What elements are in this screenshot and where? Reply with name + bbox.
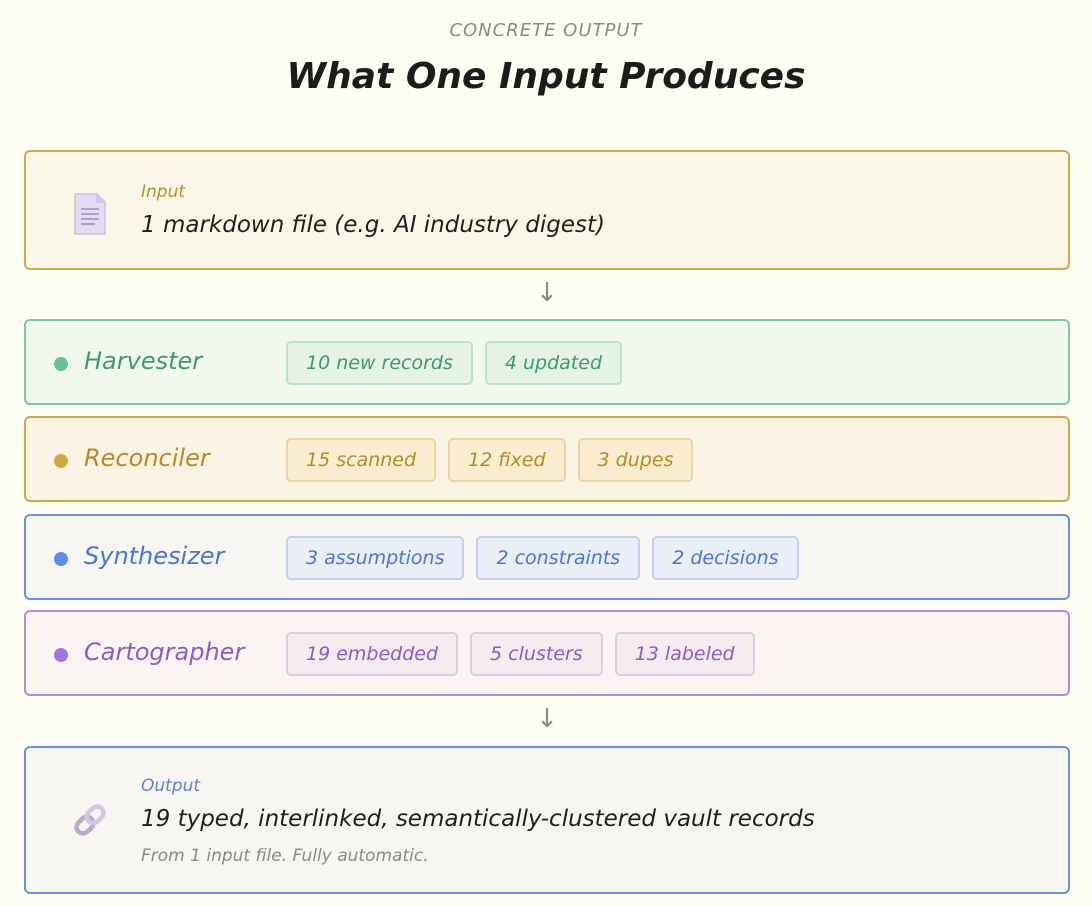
stat-chip: 5 clusters — [470, 632, 603, 676]
stat-chip: 10 new records — [286, 341, 473, 385]
stage-name: Synthesizer — [84, 542, 225, 570]
stage-synthesizer: Synthesizer 3 assumptions 2 constraints … — [24, 514, 1070, 600]
stage-chips: 10 new records 4 updated — [286, 341, 623, 385]
status-dot — [54, 648, 68, 662]
stat-chip: 3 dupes — [577, 438, 694, 482]
status-dot — [54, 357, 68, 371]
stage-chips: 3 assumptions 2 constraints 2 decisions — [286, 536, 799, 580]
document-icon — [70, 190, 110, 238]
output-card: Output 19 typed, interlinked, semantical… — [24, 746, 1070, 894]
stat-chip: 2 decisions — [652, 536, 799, 580]
output-text: 19 typed, interlinked, semantically-clus… — [141, 806, 815, 832]
stage-cartographer: Cartographer 19 embedded 5 clusters 13 l… — [24, 610, 1070, 696]
stage-name: Reconciler — [84, 444, 210, 472]
stat-chip: 2 constraints — [476, 536, 641, 580]
stage-chips: 19 embedded 5 clusters 13 labeled — [286, 632, 755, 676]
stat-chip: 13 labeled — [614, 632, 755, 676]
link-icon — [70, 796, 110, 844]
down-arrow-icon: ↓ — [536, 704, 558, 734]
down-arrow-icon: ↓ — [536, 278, 558, 308]
input-card: Input 1 markdown file (e.g. AI industry … — [24, 150, 1070, 270]
stat-chip: 3 assumptions — [286, 536, 465, 580]
output-label: Output — [141, 776, 201, 796]
status-dot — [54, 454, 68, 468]
stat-chip: 19 embedded — [286, 632, 459, 676]
stat-chip: 15 scanned — [286, 438, 437, 482]
stat-chip: 4 updated — [484, 341, 623, 385]
input-label: Input — [141, 182, 186, 202]
page-title: What One Input Produces — [286, 56, 806, 97]
stage-reconciler: Reconciler 15 scanned 12 fixed 3 dupes — [24, 416, 1070, 502]
stage-name: Cartographer — [84, 638, 245, 666]
stat-chip: 12 fixed — [448, 438, 566, 482]
stage-chips: 15 scanned 12 fixed 3 dupes — [286, 438, 694, 482]
status-dot — [54, 552, 68, 566]
eyebrow-label: CONCRETE OUTPUT — [449, 20, 643, 41]
stage-name: Harvester — [84, 347, 203, 375]
output-subtext: From 1 input file. Fully automatic. — [141, 846, 429, 866]
stage-harvester: Harvester 10 new records 4 updated — [24, 319, 1070, 405]
input-text: 1 markdown file (e.g. AI industry digest… — [141, 212, 606, 238]
